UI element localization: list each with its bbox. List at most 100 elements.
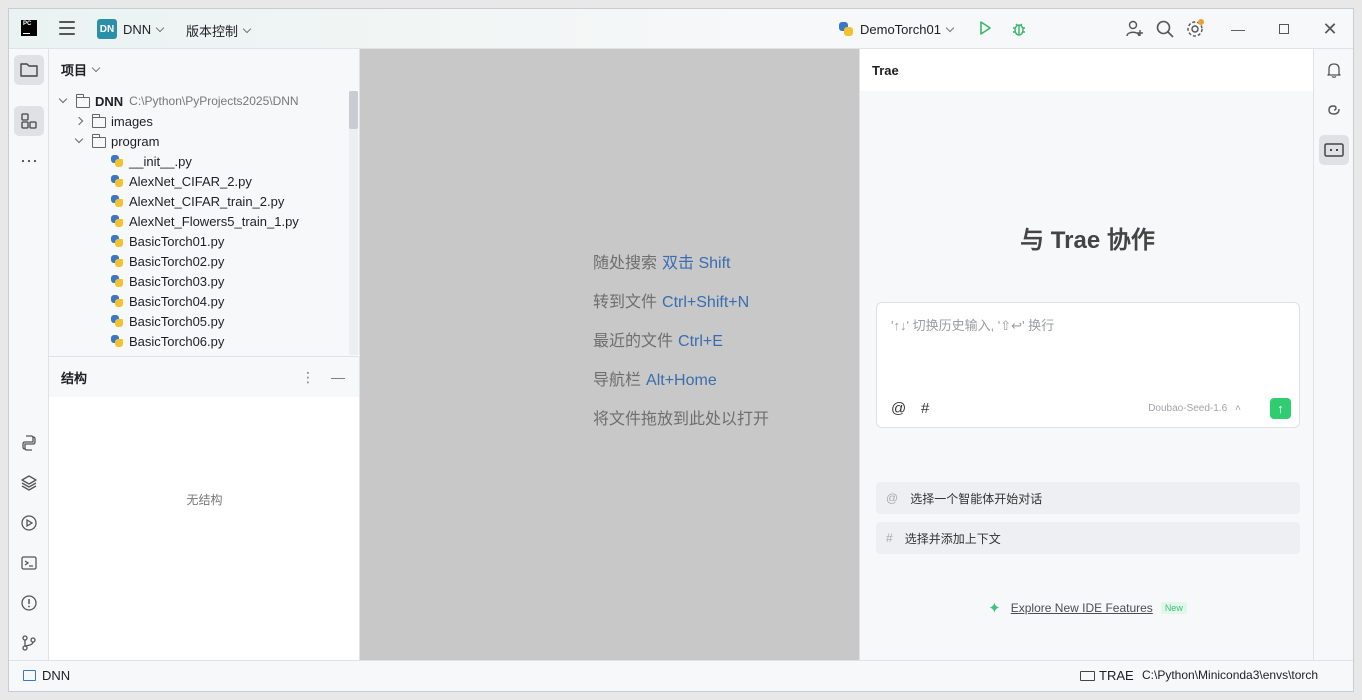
python-console-button[interactable]	[14, 428, 44, 458]
maximize-button[interactable]	[1261, 9, 1307, 49]
structure-tool-button[interactable]	[14, 106, 44, 136]
close-button[interactable]: ✕	[1307, 9, 1353, 49]
tree-item-file[interactable]: AlexNet_Flowers5_train_1.py	[110, 211, 299, 231]
project-panel-header[interactable]: 项目	[49, 49, 359, 89]
chevron-down-icon	[91, 63, 101, 72]
hint-search-everywhere: 随处搜索 双击 Shift	[593, 249, 730, 273]
search-button[interactable]	[1155, 19, 1175, 39]
add-context-label: 选择并添加上下文	[904, 531, 1001, 546]
git-button[interactable]	[14, 628, 44, 658]
trae-tool-button[interactable]	[1319, 135, 1349, 165]
play-icon	[980, 21, 991, 35]
trae-panel-header: Trae	[860, 49, 1314, 91]
structure-empty-text: 无结构	[186, 493, 223, 507]
trae-panel: Trae 与 Trae 协作 '↑↓' 切换历史输入, '⇧↩' 换行 @ # …	[859, 49, 1314, 662]
python-file-icon	[110, 294, 124, 308]
send-button[interactable]: ↑	[1270, 398, 1291, 419]
add-context-button[interactable]: # 选择并添加上下文	[876, 522, 1300, 554]
context-hash-button[interactable]: #	[921, 400, 929, 417]
explore-features-link[interactable]: Explore New IDE Features	[1011, 601, 1153, 615]
tree-item-label: BasicTorch02.py	[129, 253, 225, 269]
chat-input-box[interactable]: '↑↓' 切换历史输入, '⇧↩' 换行 @ # Doubao-Seed-1.6…	[876, 302, 1300, 428]
close-icon: ✕	[1322, 18, 1338, 39]
editor-empty-area[interactable]: 随处搜索 双击 Shift 转到文件 Ctrl+Shift+N 最近的文件 Ctrl+…	[360, 49, 859, 662]
hint-text: 导航栏	[593, 372, 642, 389]
status-project[interactable]: DNN	[23, 668, 70, 683]
notifications-button[interactable]	[1319, 55, 1349, 85]
scrollbar-track[interactable]	[349, 91, 358, 355]
run-config-name: DemoTorch01	[860, 21, 941, 37]
chevron-down-icon	[945, 23, 955, 32]
more-options-icon[interactable]: ⋮	[301, 369, 315, 386]
problems-button[interactable]	[14, 588, 44, 618]
project-tool-button[interactable]	[14, 55, 44, 85]
layers-button[interactable]	[14, 468, 44, 498]
ai-spiral-button[interactable]	[1319, 95, 1349, 125]
minimize-button[interactable]: —	[1215, 9, 1261, 49]
hint-goto-file: 转到文件 Ctrl+Shift+N	[593, 288, 749, 312]
chat-input-placeholder[interactable]: '↑↓' 切换历史输入, '⇧↩' 换行	[891, 315, 1054, 334]
new-badge: New	[1160, 602, 1187, 614]
hint-recent-files: 最近的文件 Ctrl+E	[593, 327, 723, 351]
hint-shortcut: Ctrl+E	[678, 333, 723, 350]
hint-text: 最近的文件	[593, 333, 674, 350]
tree-item-file[interactable]: BasicTorch02.py	[110, 251, 224, 271]
hint-shortcut: Alt+Home	[646, 372, 717, 389]
select-agent-button[interactable]: @ 选择一个智能体开始对话	[876, 482, 1300, 514]
bug-icon	[1013, 23, 1025, 36]
terminal-button[interactable]	[14, 548, 44, 578]
tree-item-images[interactable]: images	[74, 111, 153, 131]
ide-window: PC DN DNN 版本控制 DemoTorch01 — ✕ ··· 项目 DN…	[8, 8, 1354, 692]
vcs-menu[interactable]: 版本控制	[186, 21, 252, 40]
search-icon	[1156, 20, 1174, 38]
at-icon: @	[886, 491, 899, 505]
project-badge: DN	[97, 19, 117, 39]
add-user-icon	[1126, 20, 1143, 37]
tree-item-file[interactable]: __init__.py	[110, 151, 192, 171]
structure-panel-header: 结构 ⋮ —	[49, 357, 359, 397]
warning-circle-icon	[21, 595, 37, 611]
python-file-icon	[110, 234, 124, 248]
tree-item-file[interactable]: BasicTorch04.py	[110, 291, 224, 311]
tree-item-label: BasicTorch01.py	[129, 233, 225, 249]
tree-item-label: images	[111, 113, 153, 129]
settings-button[interactable]	[1185, 19, 1205, 39]
chevron-down-icon	[58, 94, 68, 104]
window-icon	[23, 670, 36, 681]
tree-item-file[interactable]: AlexNet_CIFAR_train_2.py	[110, 191, 284, 211]
tree-item-file[interactable]: BasicTorch01.py	[110, 231, 224, 251]
structure-panel: 结构 ⋮ — 无结构	[49, 356, 360, 662]
run-config-selector[interactable]: DemoTorch01	[837, 20, 955, 38]
tree-item-file[interactable]: AlexNet_CIFAR_2.py	[110, 171, 252, 191]
hint-shortcut: 双击 Shift	[662, 255, 731, 272]
tree-root-dnn[interactable]: DNN C:\Python\PyProjects2025\DNN	[58, 91, 299, 111]
services-button[interactable]	[14, 508, 44, 538]
model-selector[interactable]: Doubao-Seed-1.6 ˄	[1148, 403, 1241, 414]
run-button[interactable]	[977, 20, 993, 36]
tree-item-label: BasicTorch04.py	[129, 293, 225, 309]
tree-item-file[interactable]: BasicTorch05.py	[110, 311, 224, 331]
main-menu-icon[interactable]	[59, 21, 75, 35]
status-trae[interactable]: TRAE	[1080, 668, 1134, 683]
add-user-button[interactable]	[1125, 19, 1145, 39]
root-name: DNN	[95, 93, 124, 109]
tree-item-file[interactable]: BasicTorch03.py	[110, 271, 224, 291]
tree-item-label: __init__.py	[129, 153, 192, 169]
scrollbar-thumb[interactable]	[349, 91, 358, 129]
tree-item-label: BasicTorch03.py	[129, 273, 225, 289]
tree-item-file[interactable]: BasicTorch06.py	[110, 331, 224, 351]
project-switcher[interactable]: DN DNN	[97, 19, 165, 39]
debug-button[interactable]	[1010, 20, 1028, 38]
chevron-right-icon	[74, 116, 84, 126]
status-interpreter[interactable]: C:\Python\Miniconda3\envs\torch	[1142, 668, 1318, 682]
tree-item-program[interactable]: program	[74, 131, 159, 151]
hint-text: 随处搜索	[593, 255, 658, 272]
more-tools-icon[interactable]: ···	[14, 145, 44, 175]
hint-drop-files: 将文件拖放到此处以打开	[593, 405, 769, 429]
mention-button[interactable]: @	[891, 400, 906, 417]
project-name: DNN	[123, 21, 152, 37]
hide-panel-icon[interactable]: —	[331, 369, 345, 385]
pycharm-logo-icon[interactable]: PC	[21, 20, 37, 36]
play-circle-icon	[21, 515, 37, 531]
python-file-icon	[110, 194, 124, 208]
